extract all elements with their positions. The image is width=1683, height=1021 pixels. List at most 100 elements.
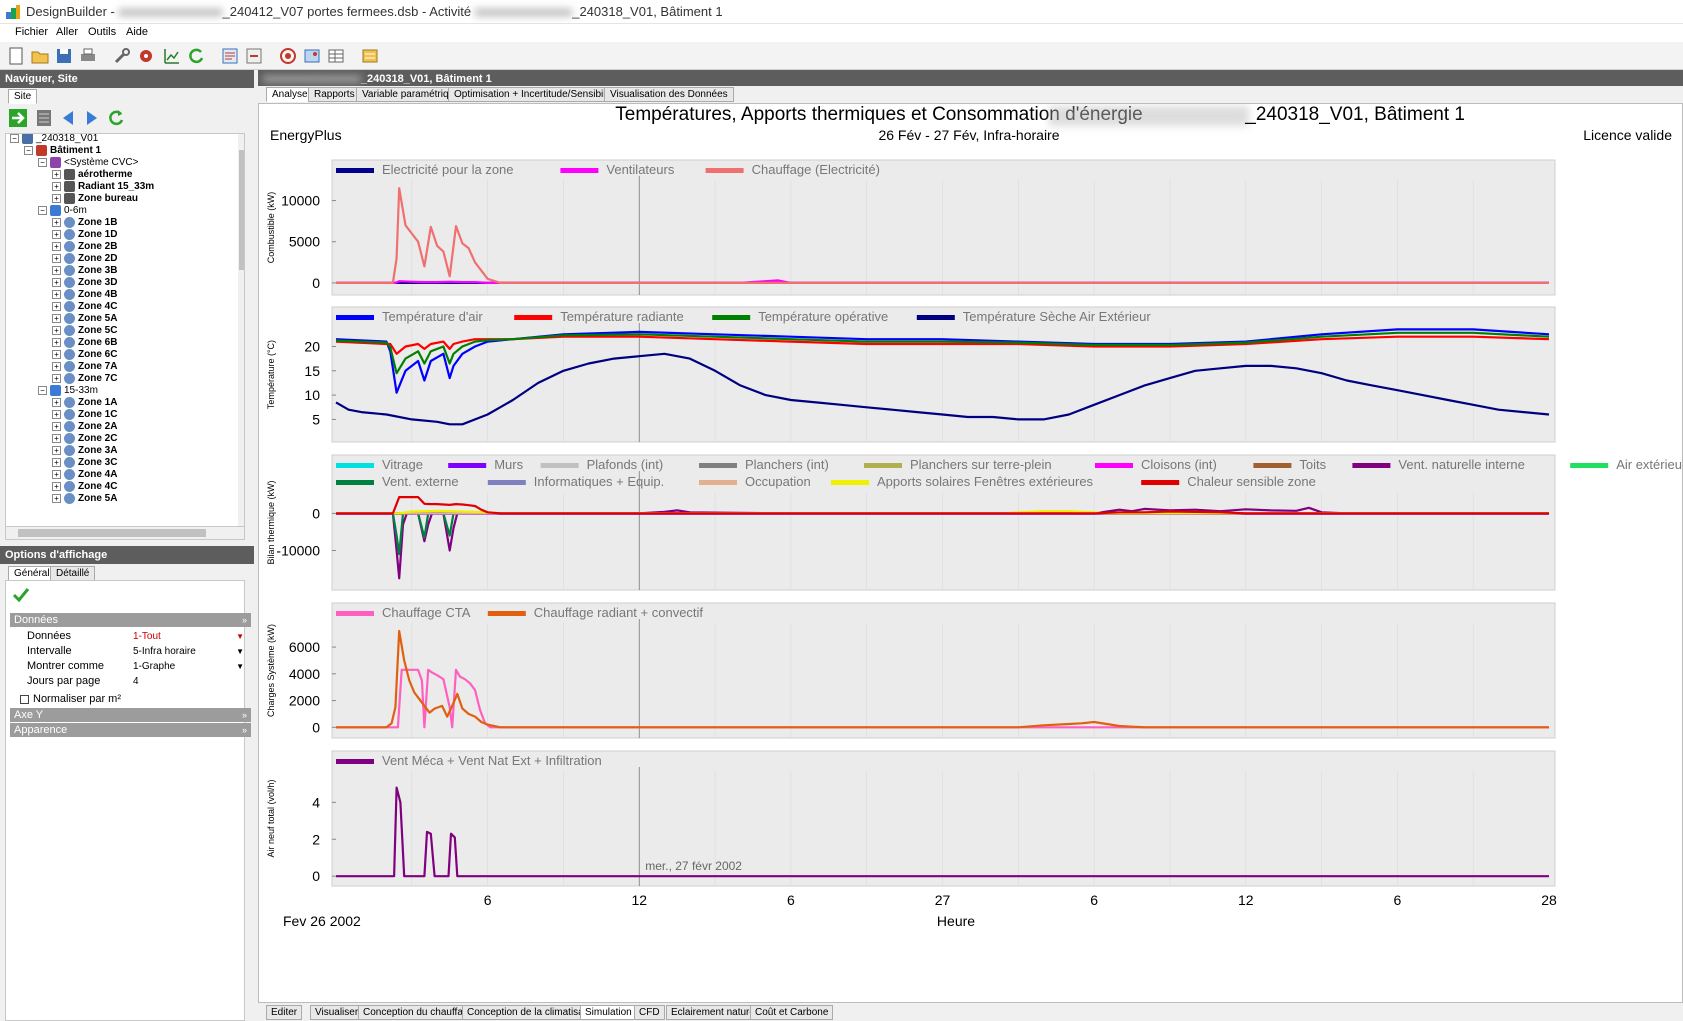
tree-node[interactable]: + Zone 4C [52, 481, 117, 493]
property-value[interactable]: 1-Tout ▼ [133, 630, 247, 643]
tree-node[interactable]: + Zone 3A [52, 445, 117, 457]
menu-aide[interactable]: Aide [126, 26, 148, 38]
tree-node[interactable]: − 15-33m [38, 385, 98, 397]
tree-node[interactable]: − <Système CVC> [38, 157, 138, 169]
tree-node[interactable]: + Zone 5A [52, 493, 117, 505]
section-axe-y[interactable]: Axe Y» [10, 708, 251, 722]
tree-node[interactable]: + Zone 1D [52, 229, 117, 241]
tree-node[interactable]: + Zone bureau [52, 193, 138, 205]
apply-check-icon[interactable] [12, 587, 30, 603]
tree-node[interactable]: + Zone 7C [52, 373, 117, 385]
expand-toggle-icon[interactable]: + [52, 218, 61, 227]
tree-node[interactable]: + Zone 1A [52, 397, 117, 409]
bottom-tab[interactable]: Simulation [580, 1005, 637, 1020]
export-icon[interactable] [244, 46, 264, 66]
expand-toggle-icon[interactable]: − [38, 158, 47, 167]
refresh-icon[interactable] [186, 46, 206, 66]
expand-toggle-icon[interactable]: + [52, 458, 61, 467]
expand-toggle-icon[interactable]: − [38, 206, 47, 215]
image-icon[interactable] [302, 46, 322, 66]
expand-toggle-icon[interactable]: + [52, 422, 61, 431]
tree-node[interactable]: + Zone 6B [52, 337, 117, 349]
expand-toggle-icon[interactable]: + [52, 398, 61, 407]
tree-node[interactable]: + Zone 3D [52, 277, 117, 289]
bottom-tab[interactable]: Conception du chauffage [358, 1005, 480, 1020]
tab-site[interactable]: Site [8, 89, 38, 104]
tree-node[interactable]: + Zone 3C [52, 457, 117, 469]
list-icon[interactable] [34, 108, 54, 128]
scroll-thumb[interactable] [239, 150, 244, 270]
expand-toggle-icon[interactable]: + [52, 374, 61, 383]
dropdown-arrow-icon[interactable]: ▼ [236, 630, 244, 643]
expand-toggle-icon[interactable]: + [52, 170, 61, 179]
property-value[interactable]: 5-Infra horaire ▼ [133, 645, 247, 658]
expand-toggle-icon[interactable]: − [24, 146, 33, 155]
tab-general[interactable]: Général [8, 566, 56, 581]
menu-outils[interactable]: Outils [88, 26, 116, 38]
tab-detail[interactable]: Détaillé [50, 566, 96, 581]
tab-rapports[interactable]: Rapports [308, 87, 361, 102]
expand-toggle-icon[interactable]: + [52, 482, 61, 491]
tree-node[interactable]: + Zone 1C [52, 409, 117, 421]
bottom-tab[interactable]: CFD [634, 1005, 665, 1020]
print-icon[interactable] [78, 46, 98, 66]
bottom-tab[interactable]: Visualiser [310, 1005, 364, 1020]
expand-toggle-icon[interactable]: + [52, 266, 61, 275]
dropdown-arrow-icon[interactable]: ▼ [236, 660, 244, 673]
expand-toggle-icon[interactable]: + [52, 326, 61, 335]
expand-toggle-icon[interactable]: − [10, 134, 19, 143]
report-icon[interactable] [220, 46, 240, 66]
settings-icon[interactable] [136, 46, 156, 66]
tree-node[interactable]: + Zone 4C [52, 301, 117, 313]
tree-node[interactable]: + Zone 2B [52, 241, 117, 253]
expand-toggle-icon[interactable]: + [52, 302, 61, 311]
property-value[interactable]: 1-Graphe ▼ [133, 660, 247, 673]
expand-toggle-icon[interactable]: + [52, 362, 61, 371]
expand-toggle-icon[interactable]: + [52, 410, 61, 419]
menu-aller[interactable]: Aller [56, 26, 78, 38]
menu-fichier[interactable]: Fichier [15, 26, 48, 38]
expand-toggle-icon[interactable]: + [52, 446, 61, 455]
tree-node[interactable]: + Zone 1B [52, 217, 117, 229]
tree-node[interactable]: + aérotherme [52, 169, 132, 181]
refresh-icon[interactable] [106, 108, 126, 128]
tree-node[interactable]: − _240318_V01 [10, 134, 98, 145]
tree-vertical-scrollbar[interactable] [238, 134, 244, 526]
tab-optimisation[interactable]: Optimisation + Incertitude/Sensibilité [448, 87, 623, 102]
expand-toggle-icon[interactable]: + [52, 230, 61, 239]
bottom-tab[interactable]: Coût et Carbone [750, 1005, 834, 1020]
bottom-tab[interactable]: Eclairement naturel [666, 1005, 763, 1020]
new-file-icon[interactable] [6, 46, 26, 66]
expand-toggle-icon[interactable]: + [52, 194, 61, 203]
forward-arrow-icon[interactable] [82, 108, 102, 128]
back-arrow-icon[interactable] [58, 108, 78, 128]
expand-toggle-icon[interactable]: + [52, 182, 61, 191]
expand-toggle-icon[interactable]: + [52, 242, 61, 251]
expand-toggle-icon[interactable]: + [52, 470, 61, 479]
tree-node[interactable]: + Zone 6C [52, 349, 117, 361]
expand-toggle-icon[interactable]: − [38, 386, 47, 395]
tree-node[interactable]: + Zone 4B [52, 289, 117, 301]
bottom-tab[interactable]: Editer [266, 1005, 303, 1020]
scroll-thumb[interactable] [18, 529, 206, 537]
property-value[interactable]: 4 [133, 675, 247, 688]
expand-toggle-icon[interactable]: + [52, 494, 61, 503]
tree-node[interactable]: − Bâtiment 1 [24, 145, 101, 157]
tree-node[interactable]: + Zone 7A [52, 361, 117, 373]
tree-node[interactable]: + Zone 2A [52, 421, 117, 433]
normalize-checkbox[interactable] [20, 695, 29, 704]
tree-node[interactable]: + Zone 3B [52, 265, 117, 277]
target-icon[interactable] [278, 46, 298, 66]
open-folder-icon[interactable] [30, 46, 50, 66]
expand-toggle-icon[interactable]: + [52, 338, 61, 347]
chart-icon[interactable] [162, 46, 182, 66]
expand-toggle-icon[interactable]: + [52, 290, 61, 299]
go-arrow-icon[interactable] [8, 108, 28, 128]
options-icon[interactable] [360, 46, 380, 66]
tab-visualisation-donnees[interactable]: Visualisation des Données [604, 87, 734, 102]
tree-horizontal-scrollbar[interactable] [5, 526, 245, 540]
tree-node[interactable]: + Zone 4A [52, 469, 117, 481]
dropdown-arrow-icon[interactable]: ▼ [236, 645, 244, 658]
save-icon[interactable] [54, 46, 74, 66]
expand-toggle-icon[interactable]: + [52, 278, 61, 287]
